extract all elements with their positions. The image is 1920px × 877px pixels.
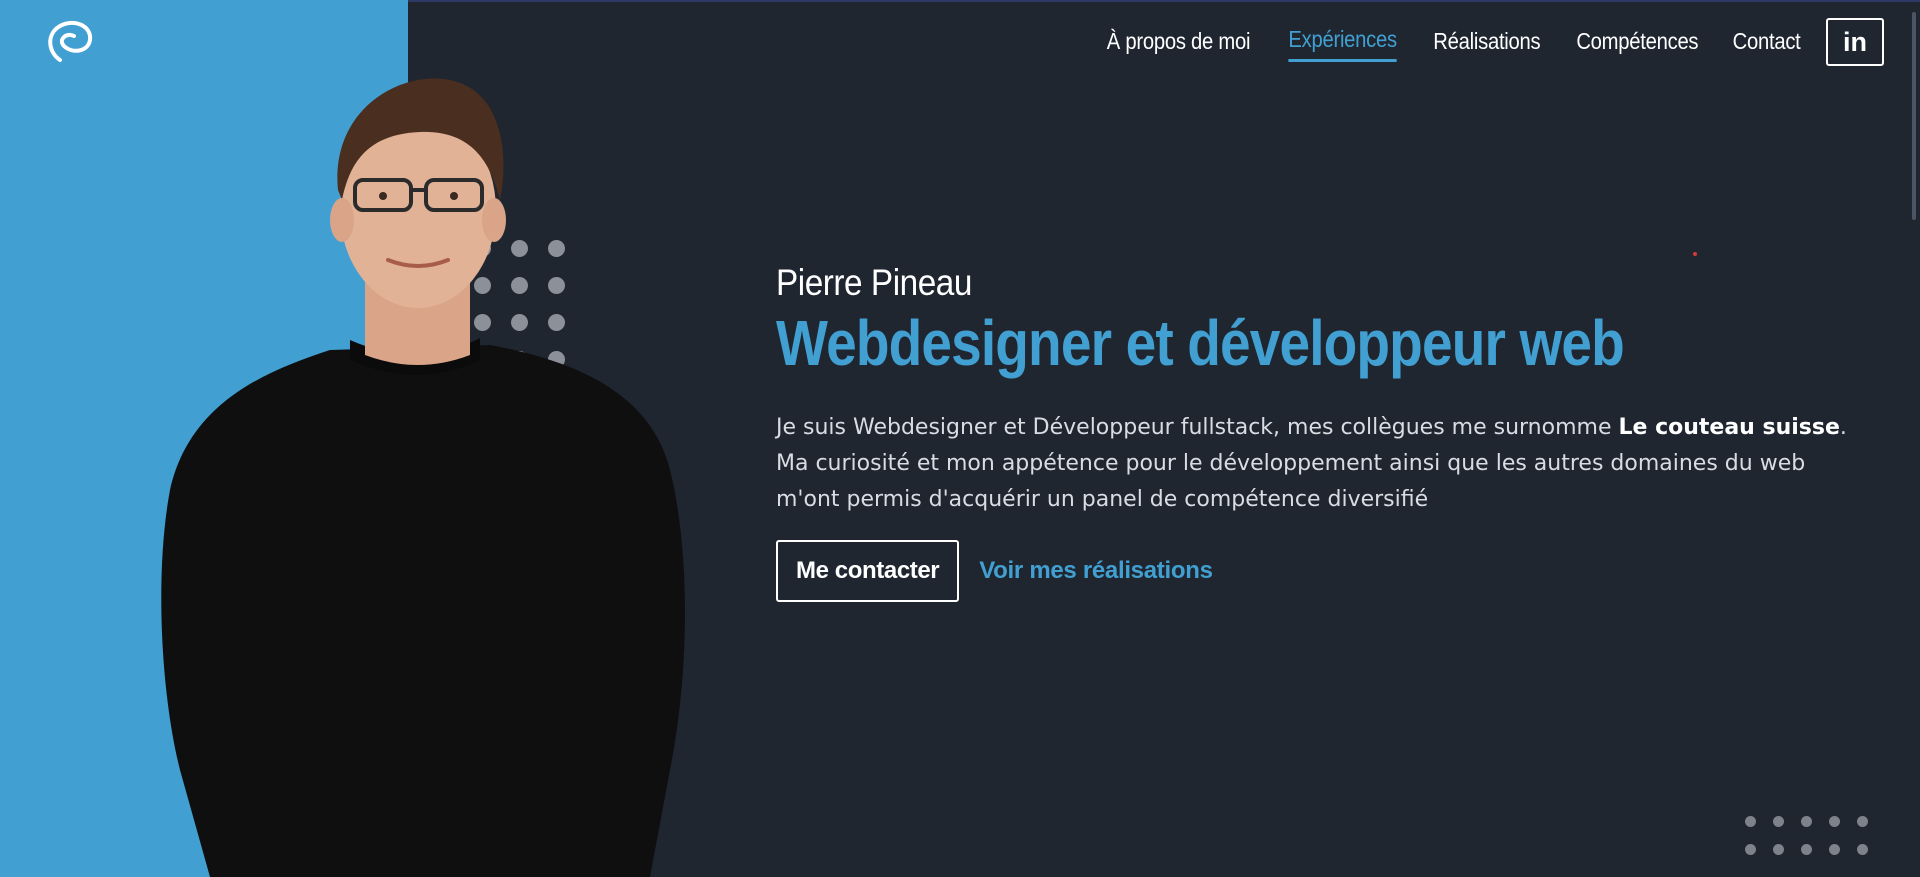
decorative-red-dot: [1693, 252, 1697, 256]
nav-item-realisations[interactable]: Réalisations: [1433, 28, 1540, 61]
nav-item-competences[interactable]: Compétences: [1577, 28, 1699, 61]
hero-section: Pierre Pineau Webdesigner et développeur…: [776, 262, 1876, 602]
scrollbar[interactable]: [1906, 0, 1920, 877]
hero-title: Webdesigner et développeur web: [776, 307, 1625, 379]
main-nav: À propos de moi Expériences Réalisations…: [1097, 18, 1884, 66]
linkedin-button[interactable]: in: [1826, 18, 1884, 66]
hero-text-before: Je suis Webdesigner et Développeur fulls…: [776, 415, 1619, 440]
hero-description: Je suis Webdesigner et Développeur fulls…: [776, 410, 1866, 518]
hero-text-strong: Le couteau suisse: [1618, 415, 1840, 440]
hero-name: Pierre Pineau: [776, 262, 972, 303]
decorative-dot-grid-bottom: [1745, 816, 1868, 855]
linkedin-icon: in: [1843, 26, 1867, 57]
page: À propos de moi Expériences Réalisations…: [0, 0, 1920, 877]
nav-item-contact[interactable]: Contact: [1732, 28, 1800, 61]
nav-item-experiences[interactable]: Expériences: [1288, 26, 1397, 62]
profile-photo: [161, 78, 686, 877]
nav-item-about[interactable]: À propos de moi: [1107, 28, 1251, 61]
contact-button[interactable]: Me contacter: [776, 540, 960, 602]
scrollbar-thumb[interactable]: [1912, 12, 1916, 220]
logo-icon[interactable]: [44, 18, 96, 64]
hero-actions: Me contacter Voir mes réalisations: [776, 540, 1876, 602]
portfolio-link[interactable]: Voir mes réalisations: [979, 557, 1213, 585]
